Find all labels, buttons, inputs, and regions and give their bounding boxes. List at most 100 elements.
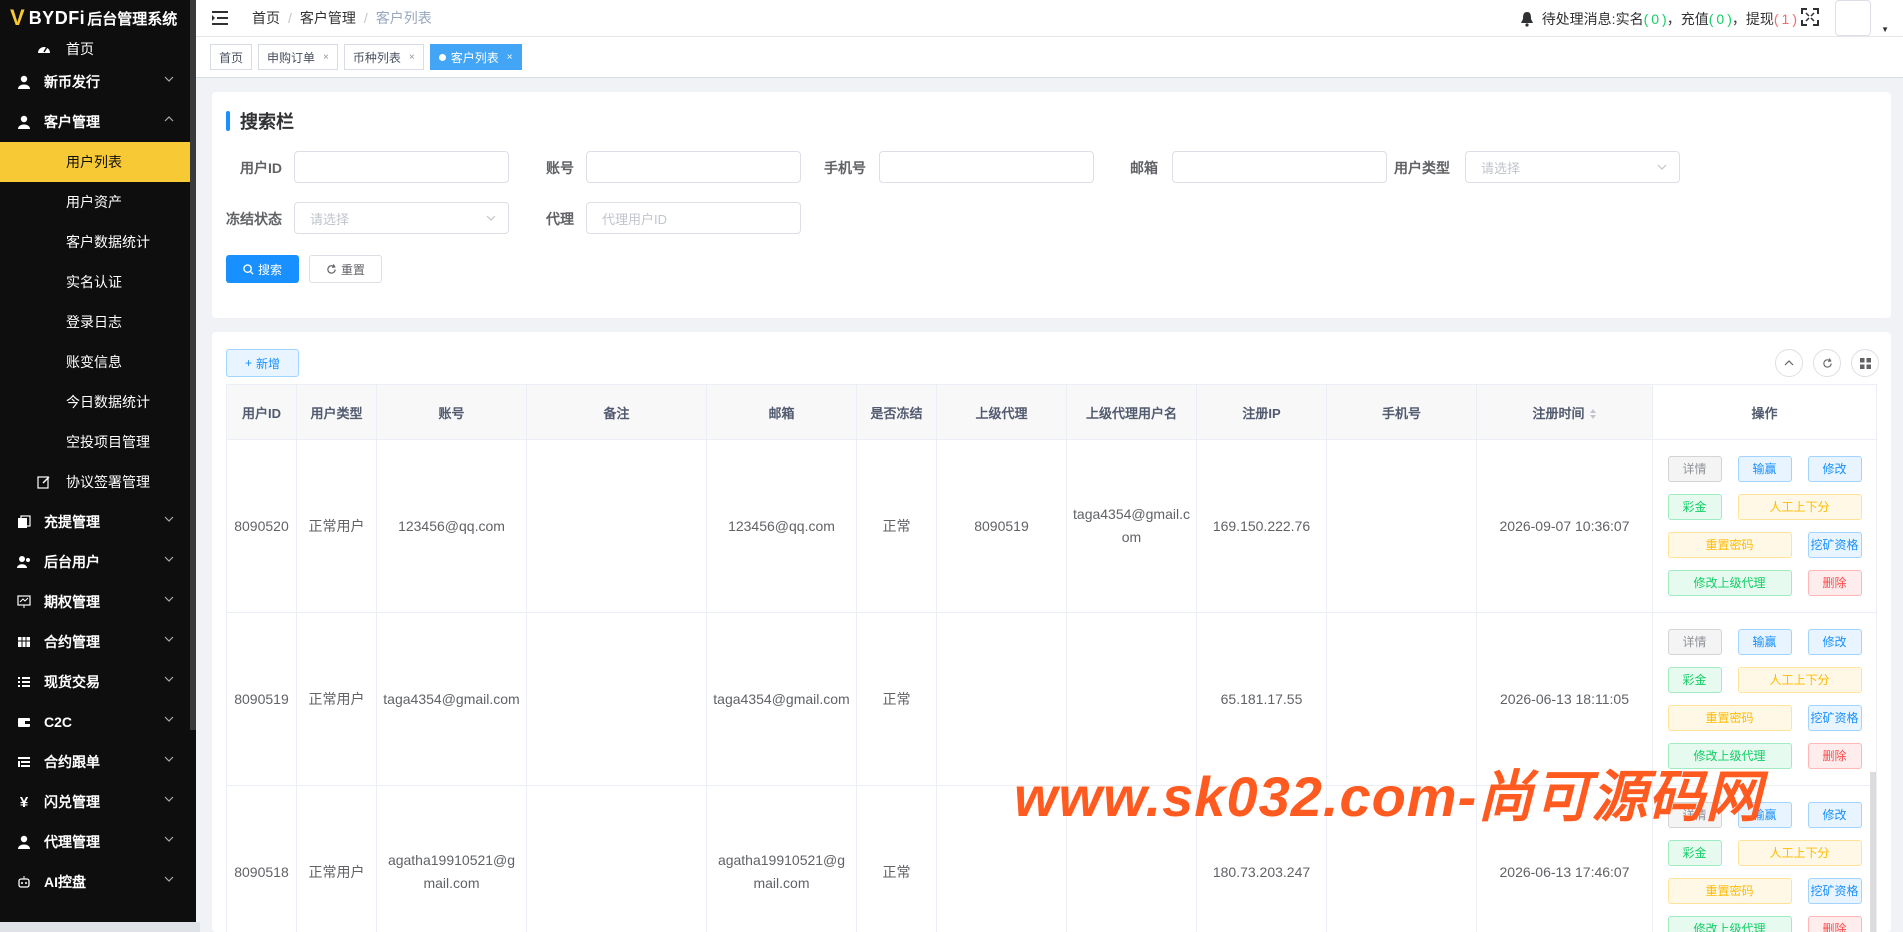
sidebar-item-c2c[interactable]: C2C bbox=[0, 702, 196, 742]
reset-button-label: 重置 bbox=[340, 262, 365, 277]
delete-button[interactable]: 删除 bbox=[1807, 743, 1862, 769]
sidebar-item-copy-trading[interactable]: 合约跟单 bbox=[0, 742, 196, 782]
edit-button[interactable]: 修改 bbox=[1807, 456, 1862, 482]
sidebar-item-admin-users[interactable]: 后台用户 bbox=[0, 542, 196, 582]
cell-account: taga4354@gmail.com bbox=[376, 612, 527, 786]
sidebar-item-ai-control[interactable]: AI控盘 bbox=[0, 862, 196, 902]
chevron-down-icon bbox=[164, 835, 174, 843]
sidebar-sub-airdrop[interactable]: 空投项目管理 bbox=[0, 422, 196, 462]
user-id-input[interactable] bbox=[294, 151, 509, 183]
refresh-icon bbox=[326, 263, 337, 275]
avatar[interactable] bbox=[1835, 0, 1871, 36]
bonus-button[interactable]: 彩金 bbox=[1667, 840, 1722, 866]
manual-adjust-button[interactable]: 人工上下分 bbox=[1737, 840, 1862, 866]
sidebar-item-flash-exchange[interactable]: ¥ 闪兑管理 bbox=[0, 782, 196, 822]
table-scrollbar[interactable] bbox=[1870, 772, 1876, 932]
column-header: 手机号 bbox=[1326, 384, 1477, 440]
delete-button[interactable]: 删除 bbox=[1807, 916, 1862, 932]
reset-password-button[interactable]: 重置密码 bbox=[1667, 532, 1792, 558]
change-parent-agent-button[interactable]: 修改上级代理 bbox=[1667, 916, 1792, 932]
notice-real-name[interactable]: 实名(0) bbox=[1616, 9, 1667, 29]
table-panel: + 新增 用户ID 用户类型 账号 备注 邮箱 是否冻结 上级代理 上级代理用户… bbox=[212, 332, 1891, 932]
breadcrumb-customer[interactable]: 客户管理 bbox=[300, 10, 356, 26]
sidebar-item-customer[interactable]: 客户管理 bbox=[0, 102, 196, 142]
admin-user-icon bbox=[14, 555, 34, 569]
chevron-down-icon bbox=[164, 715, 174, 723]
manual-adjust-button[interactable]: 人工上下分 bbox=[1737, 494, 1862, 520]
account-label: 账号 bbox=[546, 160, 574, 176]
caret-down-icon[interactable]: ▼ bbox=[1881, 25, 1889, 34]
email-input[interactable] bbox=[1172, 151, 1387, 183]
win-lose-button[interactable]: 输赢 bbox=[1737, 456, 1792, 482]
bonus-button[interactable]: 彩金 bbox=[1667, 667, 1722, 693]
close-icon[interactable]: × bbox=[507, 52, 513, 63]
notice-withdraw[interactable]: 提现(1) bbox=[1746, 9, 1797, 29]
add-button[interactable]: + 新增 bbox=[226, 349, 299, 377]
detail-button[interactable]: 详情 bbox=[1667, 629, 1722, 655]
sidebar-sub-balance-change[interactable]: 账变信息 bbox=[0, 342, 196, 382]
sidebar-item-options[interactable]: 期权管理 bbox=[0, 582, 196, 622]
bell-icon bbox=[1520, 11, 1534, 27]
sidebar-sub-today-stats[interactable]: 今日数据统计 bbox=[0, 382, 196, 422]
mining-qualification-button[interactable]: 挖矿资格 bbox=[1807, 532, 1862, 558]
logo-system-name: 后台管理系统 bbox=[87, 10, 178, 28]
cell-remark bbox=[526, 612, 707, 786]
sidebar-sub-agreement[interactable]: 协议签署管理 bbox=[0, 462, 196, 502]
cell-user-id: 8090520 bbox=[226, 439, 297, 613]
refresh-icon bbox=[1822, 357, 1833, 369]
sidebar-sub-login-log[interactable]: 登录日志 bbox=[0, 302, 196, 342]
tag-subscription-orders[interactable]: 申购订单 × bbox=[258, 44, 338, 70]
sidebar-item-deposit-withdraw[interactable]: 充提管理 bbox=[0, 502, 196, 542]
sort-icon[interactable] bbox=[1589, 408, 1597, 420]
sidebar-item-label: 新币发行 bbox=[44, 74, 100, 90]
fullscreen-icon[interactable] bbox=[1801, 8, 1819, 26]
column-header-register-time[interactable]: 注册时间 bbox=[1476, 384, 1653, 440]
bonus-button[interactable]: 彩金 bbox=[1667, 494, 1722, 520]
sidebar-item-contracts[interactable]: 合约管理 bbox=[0, 622, 196, 662]
mining-qualification-button[interactable]: 挖矿资格 bbox=[1807, 878, 1862, 904]
phone-input[interactable] bbox=[879, 151, 1094, 183]
sidebar-sub-user-assets[interactable]: 用户资产 bbox=[0, 182, 196, 222]
manual-adjust-button[interactable]: 人工上下分 bbox=[1737, 667, 1862, 693]
win-lose-button[interactable]: 输赢 bbox=[1737, 629, 1792, 655]
column-settings-button[interactable] bbox=[1851, 349, 1879, 377]
freeze-status-select[interactable]: 请选择 bbox=[294, 202, 509, 234]
reset-password-button[interactable]: 重置密码 bbox=[1667, 705, 1792, 731]
sidebar-item-spot[interactable]: 现货交易 bbox=[0, 662, 196, 702]
cell-frozen: 正常 bbox=[856, 785, 937, 932]
edit-button[interactable]: 修改 bbox=[1807, 629, 1862, 655]
freeze-status-label: 冻结状态 bbox=[226, 211, 282, 227]
refresh-table-button[interactable] bbox=[1813, 349, 1841, 377]
tag-customer-list[interactable]: 客户列表 × bbox=[429, 44, 522, 70]
notice-deposit[interactable]: 充值(0) bbox=[1681, 9, 1732, 29]
delete-button[interactable]: 删除 bbox=[1807, 570, 1862, 596]
account-input[interactable] bbox=[586, 151, 801, 183]
sidebar-sub-user-list[interactable]: 用户列表 bbox=[0, 142, 196, 182]
sidebar-item-new-coin[interactable]: 新币发行 bbox=[0, 62, 196, 102]
reset-button[interactable]: 重置 bbox=[309, 255, 382, 283]
sidebar-item-home[interactable]: 首页 bbox=[0, 36, 196, 62]
logo-brand: BYDFi bbox=[28, 7, 86, 28]
change-parent-agent-button[interactable]: 修改上级代理 bbox=[1667, 570, 1792, 596]
sidebar-sub-real-name[interactable]: 实名认证 bbox=[0, 262, 196, 302]
close-icon[interactable]: × bbox=[323, 52, 329, 63]
close-icon[interactable]: × bbox=[409, 52, 415, 63]
cell-register-ip: 169.150.222.76 bbox=[1196, 439, 1327, 613]
reset-password-button[interactable]: 重置密码 bbox=[1667, 878, 1792, 904]
collapse-search-button[interactable] bbox=[1775, 349, 1803, 377]
breadcrumb-home[interactable]: 首页 bbox=[252, 10, 280, 26]
search-button[interactable]: 搜索 bbox=[226, 255, 299, 283]
edit-button[interactable]: 修改 bbox=[1807, 802, 1862, 828]
detail-button[interactable]: 详情 bbox=[1667, 456, 1722, 482]
sidebar-item-agents[interactable]: 代理管理 bbox=[0, 822, 196, 862]
agent-input[interactable]: 代理用户ID bbox=[586, 202, 801, 234]
logo: V BYDFi 后台管理系统 bbox=[0, 0, 196, 36]
tag-coin-list[interactable]: 币种列表 × bbox=[343, 44, 424, 70]
mining-qualification-button[interactable]: 挖矿资格 bbox=[1807, 705, 1862, 731]
tag-home[interactable]: 首页 bbox=[210, 44, 253, 70]
user-type-select[interactable]: 请选择 bbox=[1465, 151, 1680, 183]
sidebar-sub-customer-stats[interactable]: 客户数据统计 bbox=[0, 222, 196, 262]
chevron-down-icon bbox=[164, 555, 174, 563]
pending-notice[interactable]: 待处理消息: 实名(0)， 充值(0)， 提现(1) bbox=[1520, 9, 1797, 29]
menu-toggle-icon[interactable] bbox=[212, 10, 230, 26]
